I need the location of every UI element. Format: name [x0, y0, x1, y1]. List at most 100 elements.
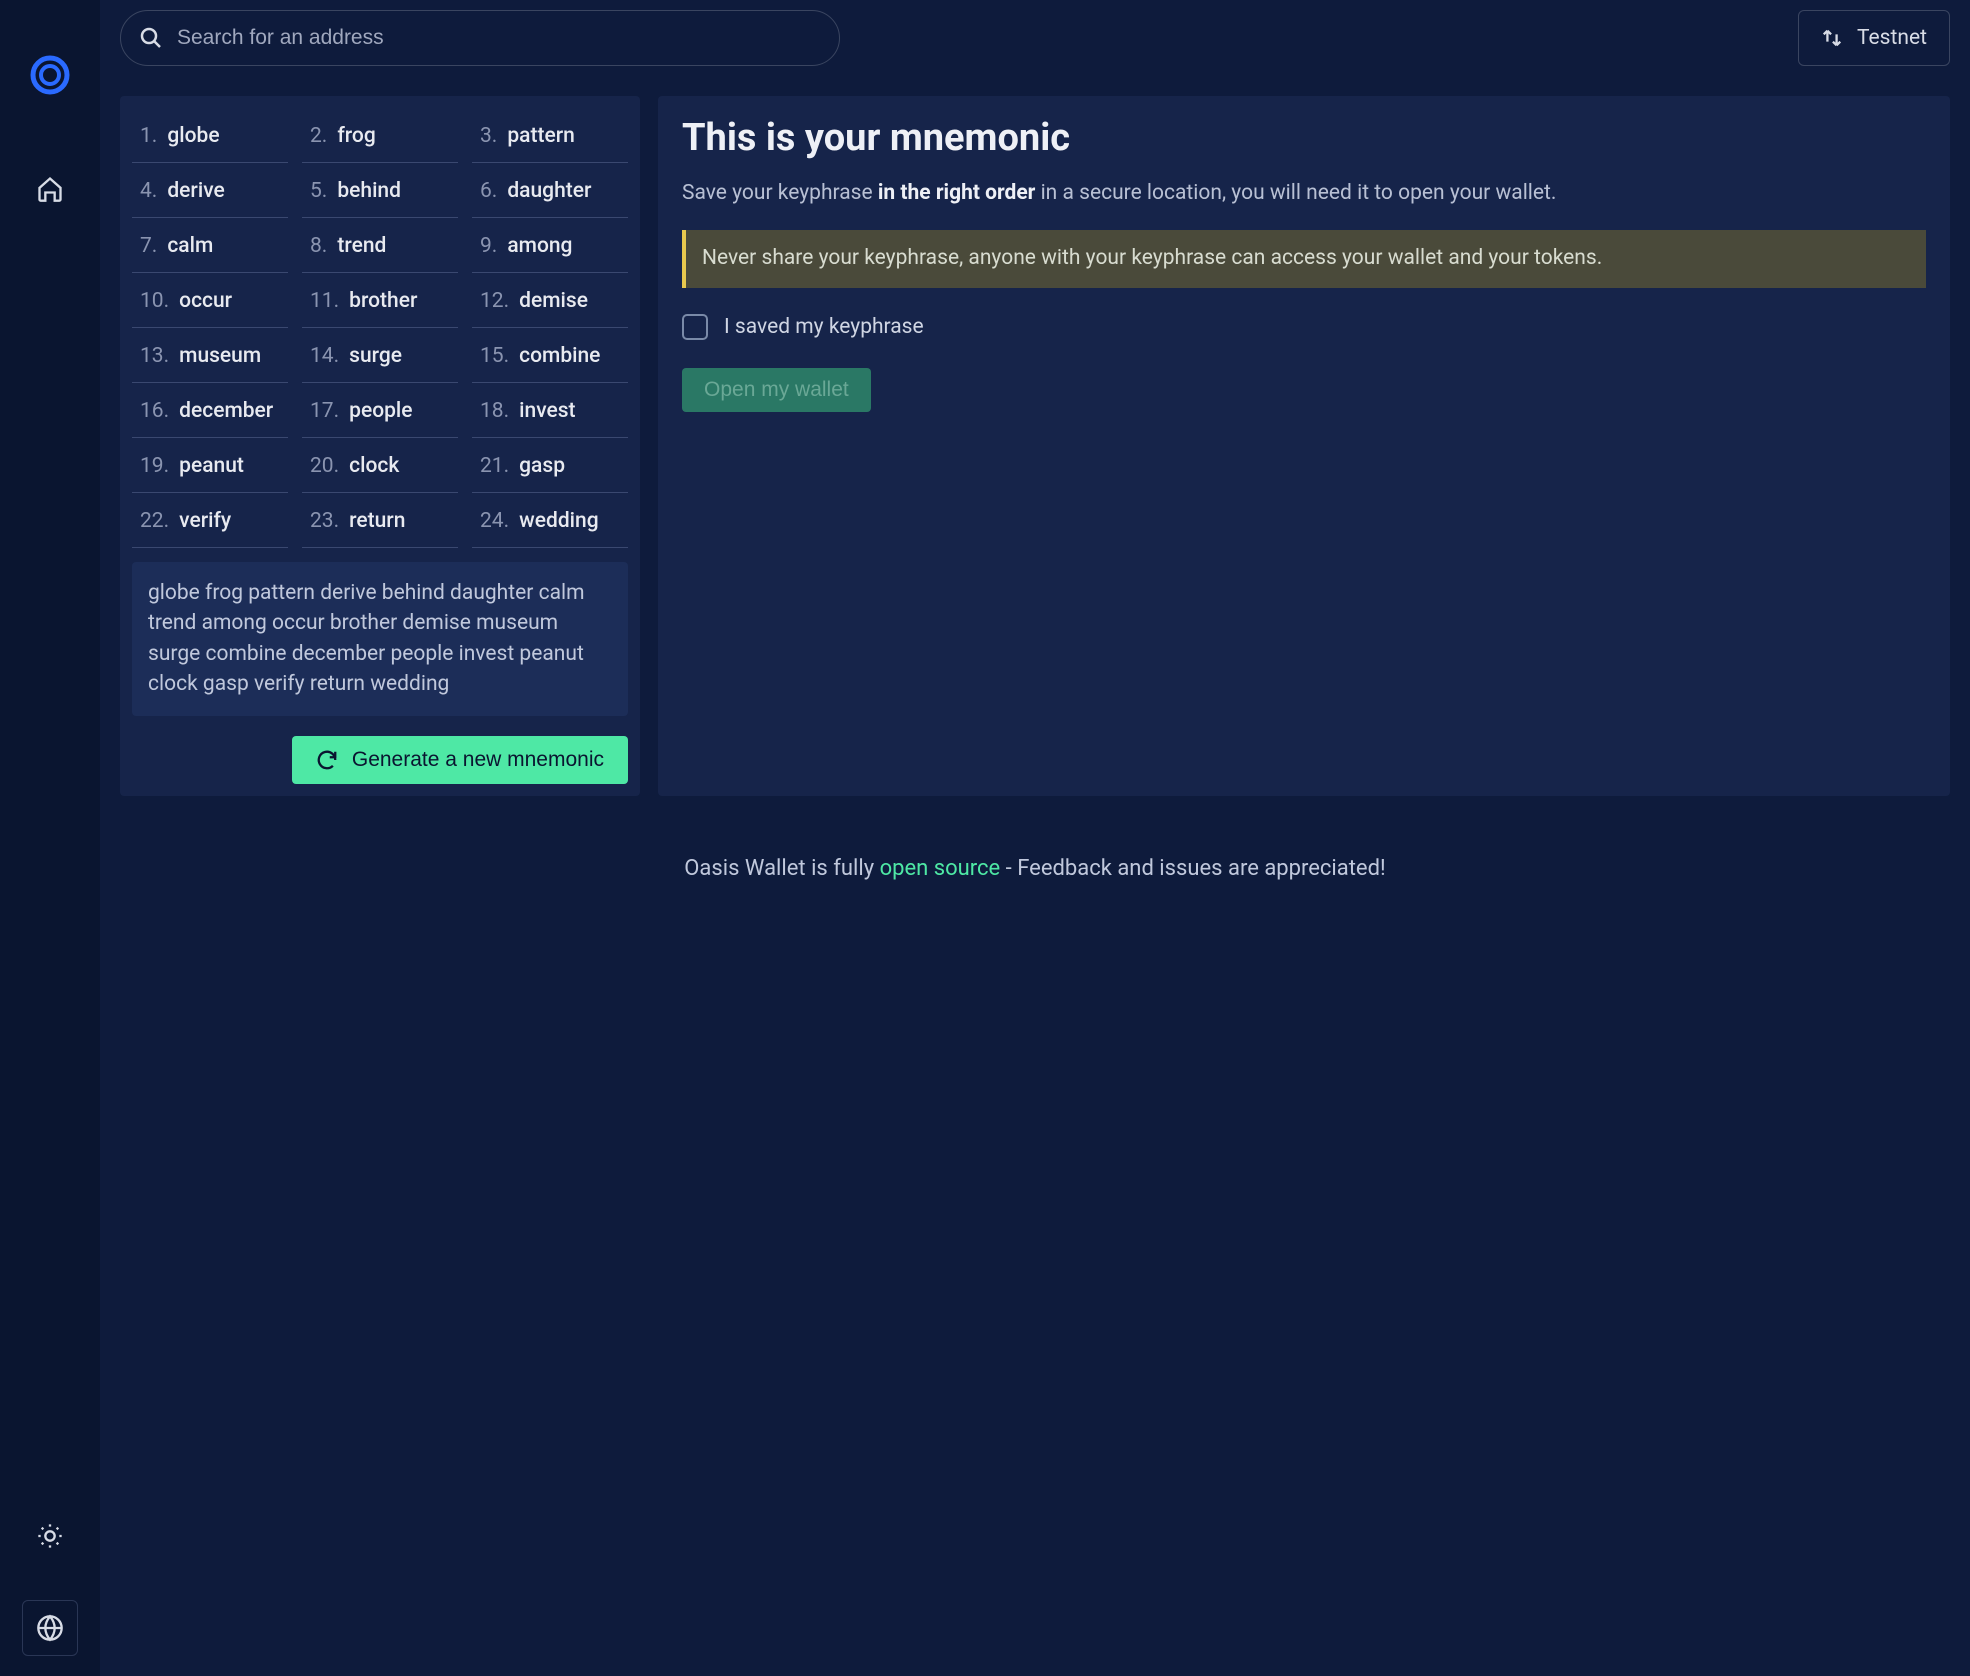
word-value: clock — [349, 454, 399, 478]
word-value: gasp — [519, 454, 565, 478]
word-cell: 10. occur — [132, 273, 288, 328]
home-icon[interactable] — [36, 175, 64, 203]
word-index: 11. — [310, 289, 339, 313]
word-value: among — [507, 234, 572, 258]
word-value: people — [349, 399, 412, 423]
word-cell: 22. verify — [132, 493, 288, 548]
word-grid: 1. globe 2. frog 3. pattern 4. derive 5. behind 6.… — [132, 108, 628, 548]
saved-checkbox-label: I saved my keyphrase — [724, 315, 924, 339]
word-index: 10. — [140, 289, 169, 313]
word-cell: 7. calm — [132, 218, 288, 273]
globe-icon — [36, 1614, 64, 1642]
search-icon — [139, 26, 163, 50]
word-cell: 21. gasp — [472, 438, 628, 493]
word-value: occur — [179, 289, 232, 313]
word-cell: 2. frog — [302, 108, 458, 163]
word-index: 2. — [310, 124, 327, 148]
word-value: daughter — [507, 179, 591, 203]
word-cell: 6. daughter — [472, 163, 628, 218]
open-wallet-button[interactable]: Open my wallet — [682, 368, 871, 412]
word-cell: 16.december — [132, 383, 288, 438]
word-cell: 17. people — [302, 383, 458, 438]
word-value: surge — [349, 344, 402, 368]
word-index: 24. — [480, 509, 509, 533]
word-value: brother — [349, 289, 417, 313]
word-cell: 24. wedding — [472, 493, 628, 548]
word-index: 21. — [480, 454, 509, 478]
info-subtitle: Save your keyphrase in the right order i… — [682, 178, 1926, 208]
word-value: museum — [179, 344, 261, 368]
app-logo — [30, 55, 70, 95]
word-index: 17. — [310, 399, 339, 423]
language-button[interactable] — [22, 1600, 78, 1656]
generate-mnemonic-button[interactable]: Generate a new mnemonic — [292, 736, 628, 784]
word-index: 3. — [480, 124, 497, 148]
footer: Oasis Wallet is fully open source - Feed… — [100, 816, 1970, 941]
word-value: wedding — [519, 509, 598, 533]
swap-icon — [1821, 27, 1843, 49]
word-value: return — [349, 509, 405, 533]
mnemonic-card: 1. globe 2. frog 3. pattern 4. derive 5. behind 6.… — [120, 96, 640, 796]
word-value: derive — [167, 179, 224, 203]
word-cell: 11. brother — [302, 273, 458, 328]
word-cell: 4. derive — [132, 163, 288, 218]
search-input[interactable] — [177, 26, 821, 50]
phrase-box: globe frog pattern derive behind daughte… — [132, 562, 628, 716]
info-title: This is your mnemonic — [682, 116, 1926, 160]
word-index: 8. — [310, 234, 327, 258]
word-value: behind — [337, 179, 401, 203]
word-index: 4. — [140, 179, 157, 203]
refresh-icon — [316, 749, 338, 771]
word-index: 7. — [140, 234, 157, 258]
word-cell: 19. peanut — [132, 438, 288, 493]
open-source-link[interactable]: open source — [880, 856, 1001, 881]
word-cell: 13. museum — [132, 328, 288, 383]
word-cell: 5. behind — [302, 163, 458, 218]
topbar: Testnet — [100, 0, 1970, 76]
theme-icon[interactable] — [36, 1522, 64, 1550]
word-index: 22. — [140, 509, 169, 533]
saved-checkbox[interactable] — [682, 314, 708, 340]
word-index: 5. — [310, 179, 327, 203]
word-cell: 18. invest — [472, 383, 628, 438]
network-button[interactable]: Testnet — [1798, 10, 1950, 66]
word-index: 12. — [480, 289, 509, 313]
word-index: 16. — [140, 399, 169, 423]
word-index: 1. — [140, 124, 157, 148]
word-index: 20. — [310, 454, 339, 478]
word-value: demise — [519, 289, 588, 313]
network-label: Testnet — [1857, 26, 1927, 50]
sidebar — [0, 0, 100, 1676]
saved-checkbox-row[interactable]: I saved my keyphrase — [682, 314, 1926, 340]
word-index: 14. — [310, 344, 339, 368]
word-cell: 12. demise — [472, 273, 628, 328]
word-value: globe — [167, 124, 219, 148]
info-card: This is your mnemonic Save your keyphras… — [658, 96, 1950, 796]
search-box[interactable] — [120, 10, 840, 66]
word-value: frog — [337, 124, 375, 148]
word-index: 13. — [140, 344, 169, 368]
warning-box: Never share your keyphrase, anyone with … — [682, 230, 1926, 287]
word-cell: 9. among — [472, 218, 628, 273]
word-value: verify — [179, 509, 231, 533]
word-index: 23. — [310, 509, 339, 533]
word-index: 18. — [480, 399, 509, 423]
word-index: 6. — [480, 179, 497, 203]
word-value: combine — [519, 344, 600, 368]
word-cell: 23. return — [302, 493, 458, 548]
word-value: calm — [167, 234, 213, 258]
word-value: trend — [337, 234, 386, 258]
word-index: 9. — [480, 234, 497, 258]
word-index: 19. — [140, 454, 169, 478]
word-index: 15. — [480, 344, 509, 368]
word-value: invest — [519, 399, 575, 423]
word-value: pattern — [507, 124, 574, 148]
generate-mnemonic-label: Generate a new mnemonic — [352, 748, 604, 772]
word-cell: 14. surge — [302, 328, 458, 383]
word-cell: 15. combine — [472, 328, 628, 383]
word-cell: 1. globe — [132, 108, 288, 163]
word-cell: 20. clock — [302, 438, 458, 493]
word-cell: 8. trend — [302, 218, 458, 273]
word-cell: 3. pattern — [472, 108, 628, 163]
word-value: peanut — [179, 454, 244, 478]
